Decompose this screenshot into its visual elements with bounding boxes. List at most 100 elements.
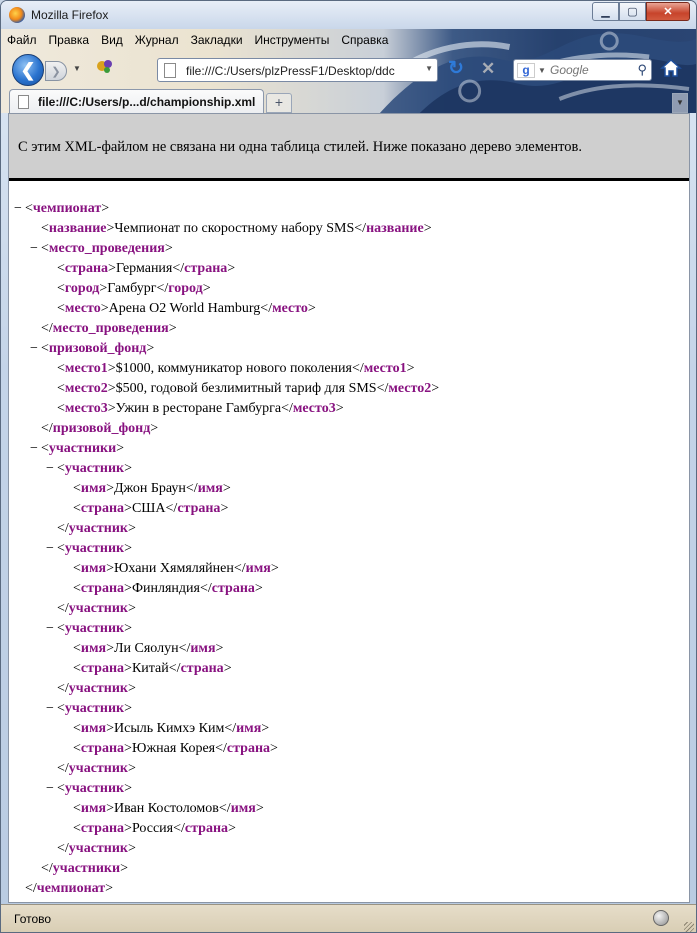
bracket: > (124, 621, 132, 636)
bracket: < (73, 561, 81, 576)
new-tab-button[interactable]: + (266, 93, 292, 113)
menu-history[interactable]: Журнал (135, 33, 179, 47)
bracket: </ (57, 841, 69, 856)
xml-tag-name: чемпионат (32, 201, 102, 216)
bracket: > (108, 261, 116, 276)
bracket: < (57, 301, 65, 316)
resize-grip-icon[interactable] (684, 922, 694, 932)
collapse-toggle-icon[interactable]: − (27, 439, 41, 459)
addon-icon[interactable] (95, 57, 115, 75)
bracket: </ (41, 321, 53, 336)
url-dropdown-icon[interactable]: ▼ (425, 64, 433, 73)
bracket: </ (41, 421, 53, 436)
url-input[interactable] (186, 62, 414, 79)
xml-tag-name: имя (197, 481, 223, 496)
menu-help[interactable]: Справка (341, 33, 388, 47)
xml-node-line: <имя>Иван Костоломов</имя> (59, 799, 264, 819)
bracket: > (116, 441, 125, 456)
search-input[interactable] (550, 62, 630, 78)
back-arrow-icon[interactable]: ❮ (12, 54, 44, 86)
maximize-icon[interactable]: ▢ (619, 2, 646, 21)
bracket: < (73, 501, 81, 516)
collapse-toggle-icon[interactable]: − (43, 779, 57, 799)
xml-tag-name: страна (184, 821, 229, 836)
xml-node-line: − <участник> (43, 619, 132, 639)
xml-tag-name: место1 (64, 361, 108, 376)
xml-node-line: <страна>Россия</страна> (59, 819, 236, 839)
collapse-toggle-icon[interactable]: − (11, 199, 25, 219)
bracket: > (124, 701, 132, 716)
bracket: > (270, 741, 278, 756)
search-engine-dropdown-icon[interactable]: ▼ (538, 66, 546, 75)
xml-node-line: <имя>Юхани Хямяляйнен</имя> (59, 559, 279, 579)
bracket: < (73, 581, 81, 596)
xml-node-line: − <место_проведения> (27, 239, 173, 259)
xml-tag-name: место (272, 301, 308, 316)
xml-tag-name: место2 (388, 381, 432, 396)
bracket: </ (178, 641, 191, 656)
close-icon[interactable]: ✕ (646, 2, 690, 21)
bracket: < (57, 701, 65, 716)
xml-text-value: Джон Браун (114, 481, 186, 496)
bracket: </ (57, 521, 69, 536)
bracket: > (105, 881, 114, 896)
xml-tag-name: имя (80, 801, 107, 816)
collapse-toggle-icon[interactable]: − (43, 459, 57, 479)
collapse-toggle-icon[interactable]: − (43, 699, 57, 719)
xml-text-value: Иван Костоломов (114, 801, 219, 816)
menu-view[interactable]: Вид (101, 33, 123, 47)
menu-bookmarks[interactable]: Закладки (191, 33, 243, 47)
bracket: > (127, 681, 136, 696)
window-controls: ▁ ▢ ✕ (592, 2, 690, 21)
stop-icon[interactable]: ✕ (481, 59, 501, 79)
bracket: </ (25, 881, 37, 896)
address-bar[interactable]: ▼ (157, 58, 438, 82)
bracket: < (41, 441, 49, 456)
home-icon[interactable] (660, 57, 682, 79)
tab-championship[interactable]: file:///C:/Users/p...d/championship.xml (9, 89, 264, 113)
xml-tag-name: имя (80, 481, 107, 496)
xml-node-line: − <участник> (43, 459, 132, 479)
menu-file[interactable]: Файл (7, 33, 37, 47)
bracket: > (106, 721, 114, 736)
bracket: </ (260, 301, 273, 316)
bracket: > (255, 801, 264, 816)
xml-tag-name: город (64, 281, 100, 296)
collapse-toggle-icon[interactable]: − (43, 619, 57, 639)
bracket: > (215, 641, 224, 656)
collapse-toggle-icon[interactable]: − (27, 239, 41, 259)
xml-node-line: <имя>Джон Браун</имя> (59, 479, 231, 499)
minimize-icon[interactable]: ▁ (592, 2, 619, 21)
search-icon[interactable]: ⚲ (637, 62, 647, 78)
xml-tag-name: имя (80, 721, 107, 736)
xml-notice-banner: С этим XML-файлом не связана ни одна таб… (9, 114, 689, 181)
search-bar[interactable]: g ▼ ⚲ (513, 59, 652, 81)
bracket: > (270, 561, 279, 576)
bracket: </ (165, 501, 178, 516)
xml-tag-name: участник (68, 681, 128, 696)
xml-tag-name: страна (80, 501, 125, 516)
google-engine-icon[interactable]: g (517, 63, 535, 78)
xml-tag-name: участник (68, 841, 128, 856)
xml-text-value: Южная Корея (131, 741, 216, 756)
menu-edit[interactable]: Правка (49, 33, 90, 47)
menu-tools[interactable]: Инструменты (255, 33, 330, 47)
reload-icon[interactable]: ↻ (448, 59, 468, 79)
xml-node-line: </призовой_фонд> (27, 419, 158, 439)
bracket: </ (281, 401, 293, 416)
xml-text-value: США (131, 501, 166, 516)
bracket: > (406, 361, 415, 376)
xml-node-line: <место2>$500, годовой безлимитный тариф … (43, 379, 439, 399)
xml-tag-name: участник (64, 621, 125, 636)
xml-node-line: <название>Чемпионат по скоростному набор… (27, 219, 432, 239)
collapse-toggle-icon[interactable]: − (43, 539, 57, 559)
collapse-toggle-icon[interactable]: − (27, 339, 41, 359)
bracket: > (220, 501, 229, 516)
forward-arrow-icon[interactable]: ❯ (45, 61, 67, 81)
bracket: > (146, 341, 155, 356)
tab-list-dropdown-icon[interactable]: ▼ (672, 93, 688, 113)
history-dropdown-icon[interactable]: ▼ (73, 64, 81, 73)
bracket: </ (199, 581, 212, 596)
xml-tag-name: страна (211, 581, 255, 596)
xml-text-value: $500, годовой безлимитный тариф для SMS (115, 381, 377, 396)
